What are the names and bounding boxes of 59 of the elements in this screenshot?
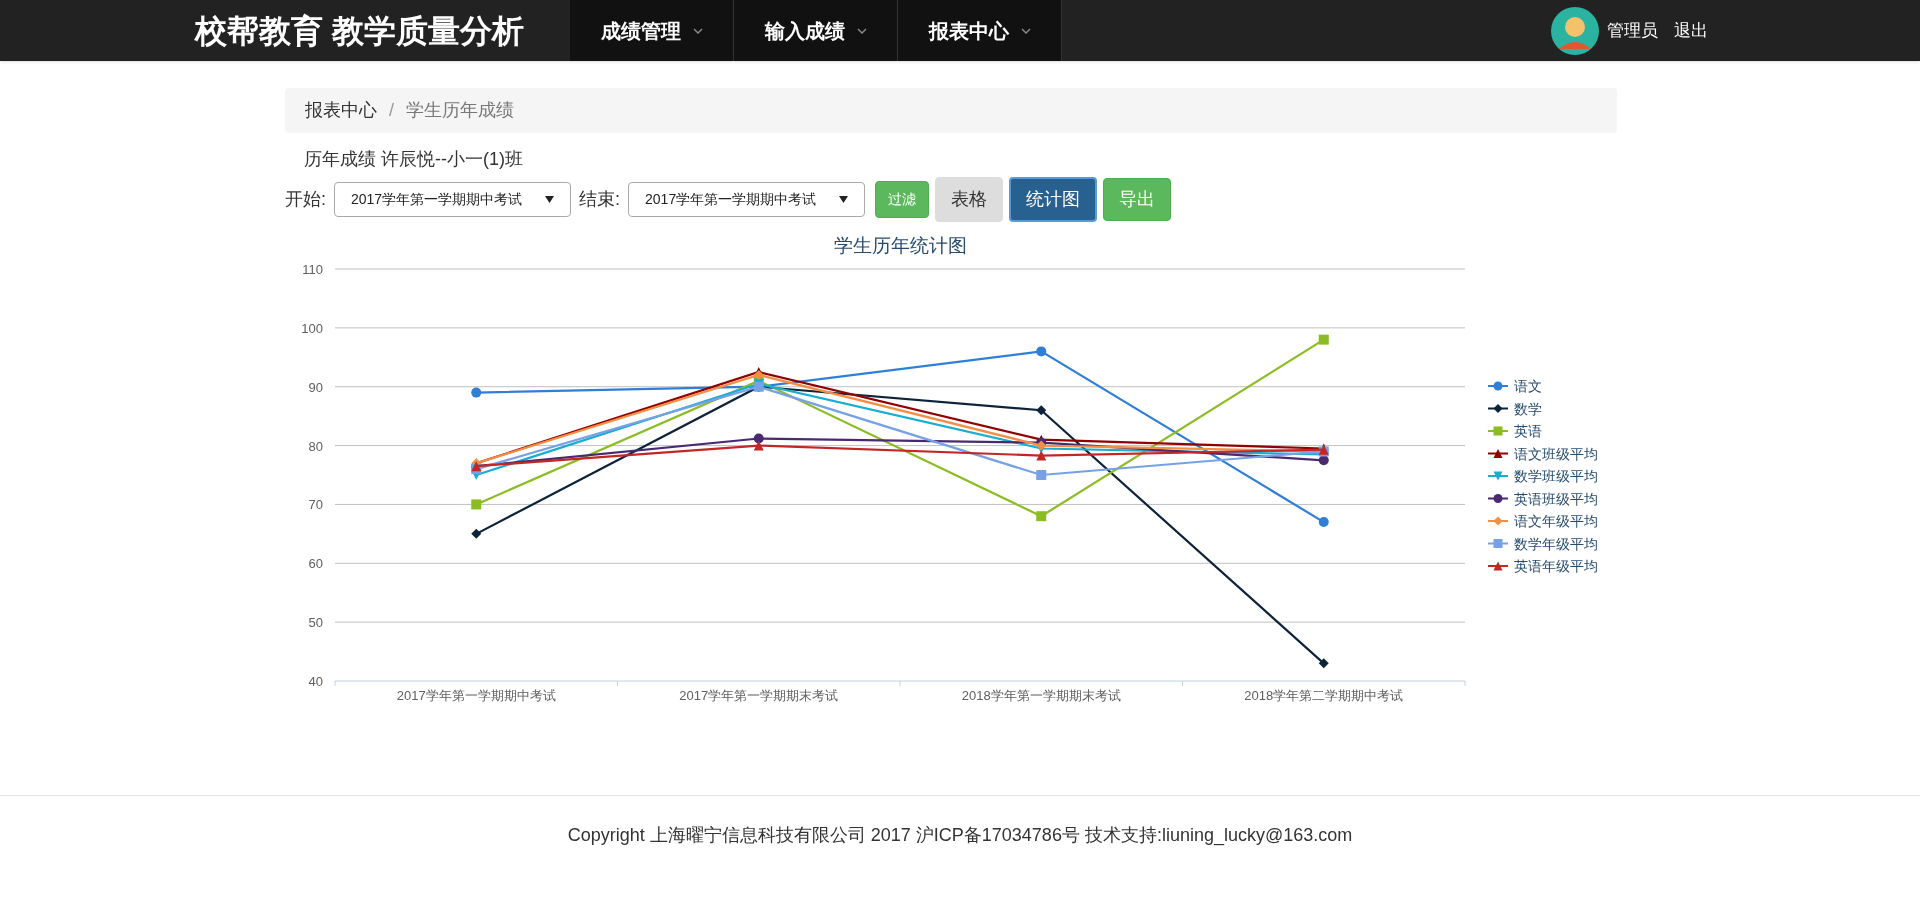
legend-label[interactable]: 语文班级平均: [1514, 445, 1598, 462]
end-label: 结束:: [579, 188, 621, 211]
page-heading: 历年成绩 许辰悦--小一(1)班: [304, 148, 524, 171]
view-toggle-button[interactable]: 表格: [935, 177, 1004, 222]
data-point-marker: [471, 528, 482, 539]
dropdown-caret-icon: [545, 196, 554, 203]
start-select[interactable]: 2017学年第一学期期中考试: [334, 182, 571, 217]
avatar-icon: [1551, 6, 1599, 55]
legend-label[interactable]: 数学班级平均: [1514, 468, 1598, 484]
logout-link[interactable]: 退出: [1674, 17, 1708, 44]
x-axis-label: 2017学年第一学期期末考试: [679, 688, 839, 703]
y-axis-label: 80: [308, 438, 323, 454]
legend-label[interactable]: 语文: [1514, 378, 1542, 394]
data-point-marker: [471, 387, 482, 398]
data-point-marker: [1318, 455, 1329, 466]
chevron-down-icon: [692, 27, 703, 34]
legend-label[interactable]: 数学年级平均: [1514, 535, 1598, 552]
data-point-marker: [1036, 346, 1047, 357]
y-axis-label: 100: [301, 320, 323, 336]
data-point-marker: [753, 433, 764, 444]
nav-menu-item[interactable]: 成绩管理: [570, 0, 734, 61]
data-point-marker: [1318, 334, 1329, 345]
x-axis-label: 2017学年第一学期期中考试: [396, 688, 556, 703]
user-name: 管理员: [1607, 19, 1658, 42]
chevron-down-icon: [1020, 27, 1031, 34]
x-axis-label: 2018学年第二学期期中考试: [1244, 688, 1404, 703]
legend-label[interactable]: 英语班级平均: [1514, 490, 1598, 507]
data-point-marker: [1318, 658, 1329, 669]
data-point-marker: [471, 499, 482, 510]
y-axis-label: 50: [308, 615, 323, 631]
footer-text: Copyright 上海曜宁信息科技有限公司 2017 沪ICP备17034786号 技术支持:liuning_lucky@163.com: [567, 824, 1353, 848]
data-point-marker: [1036, 405, 1047, 416]
dropdown-caret-icon: [839, 196, 849, 203]
legend-label[interactable]: 语文年级平均: [1514, 513, 1598, 529]
y-axis-label: 60: [308, 556, 323, 572]
view-toggle-button[interactable]: 统计图: [1009, 177, 1098, 222]
data-point-marker: [1318, 517, 1329, 528]
legend-label[interactable]: 英语: [1514, 423, 1542, 439]
y-axis-label: 110: [302, 262, 323, 277]
x-axis-label: 2018学年第一学期期末考试: [961, 688, 1121, 703]
legend-label[interactable]: 数学: [1514, 400, 1542, 417]
chart-title: 学生历年统计图: [833, 235, 967, 256]
nav-menu-item[interactable]: 输入成绩: [734, 0, 898, 61]
y-axis-label: 40: [308, 674, 323, 689]
site-title: 校帮教育 教学质量分析: [195, 11, 525, 51]
chevron-down-icon: [856, 27, 867, 34]
y-axis-label: 70: [308, 497, 323, 513]
data-point-marker: [753, 440, 764, 451]
data-point-marker: [1036, 470, 1047, 480]
start-label: 开始:: [285, 188, 326, 211]
end-select[interactable]: 2017学年第一学期期中考试: [628, 182, 866, 217]
nav-menu-item[interactable]: 报表中心: [898, 0, 1062, 61]
data-point-marker: [1036, 511, 1047, 522]
breadcrumb-link[interactable]: 报表中心: [305, 97, 377, 124]
y-axis-label: 90: [308, 379, 323, 395]
data-point-marker: [1036, 450, 1047, 461]
legend-label[interactable]: 英语年级平均: [1514, 558, 1598, 574]
breadcrumb-separator: /: [388, 99, 395, 122]
breadcrumb-current: 学生历年成绩: [406, 99, 514, 122]
